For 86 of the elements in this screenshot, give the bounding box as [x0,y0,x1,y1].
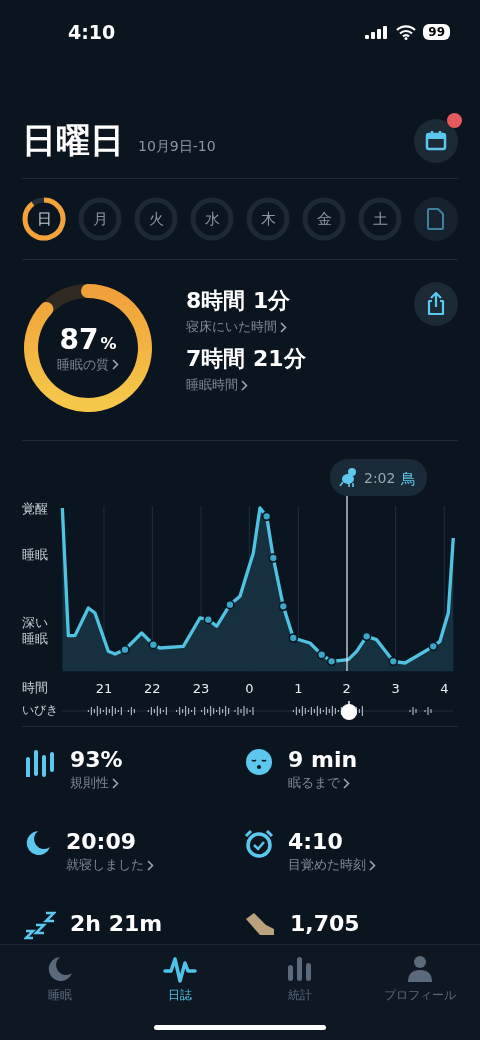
date-range: 10月9日-10 [138,138,217,156]
metric-link[interactable]: 睡眠時間 [186,376,414,394]
hour-label: 0 [245,681,254,696]
bird-icon [339,468,356,488]
sleepy-face-icon [244,747,274,777]
event-time: 2:02 [364,470,396,486]
sound-event-dot [388,656,399,667]
day-button[interactable]: 日 [22,197,66,241]
stat-value: 20:09 [66,829,138,854]
sound-event-dot [278,601,289,612]
hour-label: 2 [342,681,351,696]
event-label: 鳥 [401,470,416,488]
sound-event-dot [326,656,337,667]
hour-label: 21 [95,681,113,696]
quality-link[interactable]: 睡眠の質 [57,355,119,374]
stat-value: 1,705 [290,911,360,936]
metric-link[interactable]: 寝床にいた時間 [186,318,414,336]
zzz-icon [24,911,56,941]
bar-chart-icon [287,955,313,983]
tab-item[interactable]: 統計 [240,945,360,1040]
moon-icon [24,829,52,857]
sound-event-dot [225,599,235,610]
sound-event-dot [120,644,130,655]
stat-link[interactable]: 眠るまで [288,774,358,792]
hour-label: 4 [440,681,449,696]
sound-event-dot [148,639,159,650]
tab-item[interactable]: 日誌 [120,945,240,1040]
sound-event-dot [316,649,327,660]
chevron-icon [112,359,119,370]
report-button[interactable] [414,197,458,241]
metric-value: 8時間 1分 [186,287,292,315]
sound-event-dot [288,633,299,643]
stat-value: 9 min [288,747,358,772]
hour-label: 1 [294,681,303,696]
signal-icon [365,25,390,39]
day-button[interactable]: 水 [190,197,234,241]
chevron-icon [112,777,119,789]
stat-value: 93% [70,747,123,772]
sound-event-dot [428,641,439,652]
metric-value: 7時間 21分 [186,345,307,373]
hour-label: 22 [144,681,161,696]
sound-event-dot [268,553,279,563]
bars-icon [24,747,56,777]
y-axis-label: 覚醒 [22,501,49,517]
chevron-icon [147,859,154,871]
day-button[interactable]: 火 [134,197,178,241]
day-title: 日曜日 [22,119,124,162]
sound-event-dot [203,614,214,625]
share-button[interactable] [414,282,458,326]
calendar-button[interactable] [414,119,458,163]
stat-link[interactable]: 目覚めた時刻 [288,856,376,874]
battery-level: 99 [423,24,450,40]
alarm-clock-icon [244,829,274,859]
wifi-icon [396,24,417,40]
tab-item[interactable]: 睡眠 [0,945,120,1040]
person-icon [407,955,433,983]
snore-label: いびき [22,703,59,718]
hour-label: 23 [192,681,210,696]
stat-link[interactable]: 就寝しました [66,856,154,874]
y-axis-label: 深い睡眠 [22,615,49,647]
document-icon [427,207,445,231]
chevron-icon [343,777,350,789]
moon-icon [46,955,74,983]
day-button[interactable]: 金 [302,197,346,241]
sound-event-dot [361,631,372,642]
y-axis-label: 睡眠 [22,547,49,563]
wave-icon [163,955,197,983]
stat-value: 2h 21m [70,911,163,936]
chevron-icon [369,859,376,871]
stat-link[interactable]: 規則性 [70,774,123,792]
tab-item[interactable]: プロフィール [360,945,480,1040]
x-axis-title: 時間 [22,680,49,696]
status-time: 4:10 [68,21,116,43]
day-progress-ring [22,197,66,241]
calendar-icon [425,130,447,152]
quality-score: 87% [59,322,117,356]
hour-label: 3 [391,681,400,696]
day-button[interactable]: 土 [358,197,402,241]
share-icon [425,292,447,316]
day-button[interactable]: 木 [246,197,290,241]
chevron-icon [280,321,287,333]
playback-handle[interactable] [341,700,357,720]
day-button[interactable]: 月 [78,197,122,241]
stat-value: 4:10 [288,829,344,854]
chevron-icon [241,379,248,391]
sound-event-dot [261,511,272,522]
